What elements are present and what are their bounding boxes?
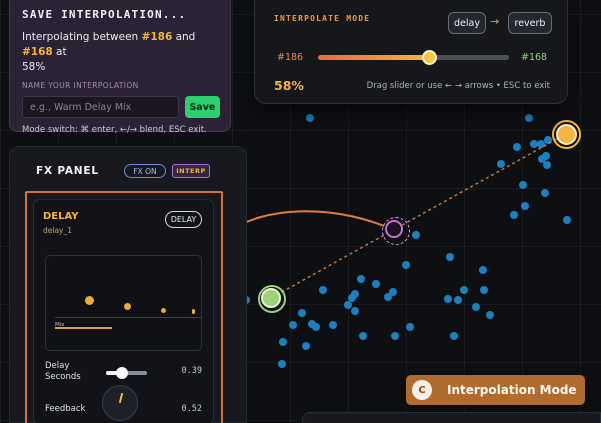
interpolation-path [270, 133, 567, 299]
sound-point[interactable] [446, 253, 454, 261]
sound-point[interactable] [372, 280, 380, 288]
sound-point[interactable] [460, 286, 468, 294]
echo-baseline [55, 317, 201, 318]
sound-point[interactable] [351, 307, 359, 315]
echo-dot [124, 303, 131, 310]
shortcut-badge: C [412, 380, 432, 400]
sound-point[interactable] [525, 114, 533, 122]
sound-point[interactable] [541, 189, 549, 197]
sound-point[interactable] [306, 114, 314, 122]
sound-point[interactable] [402, 261, 410, 269]
sound-point[interactable] [357, 275, 365, 283]
sound-point-group[interactable] [242, 114, 571, 368]
sound-point[interactable] [486, 311, 494, 319]
name-label: NAME YOUR INTERPOLATION [22, 81, 139, 90]
fx-panel: FX PANEL FX ON INTERP DELAY delay_1 DELA… [9, 146, 247, 423]
delay-visualizer: Mix [45, 255, 202, 351]
sound-point[interactable] [519, 181, 527, 189]
from-id-label: #186 [277, 52, 304, 63]
echo-dot [161, 308, 166, 313]
source-a-pill[interactable]: delay [448, 12, 486, 34]
sound-point[interactable] [351, 290, 359, 298]
sound-point[interactable] [450, 332, 458, 340]
feedback-knob[interactable] [102, 385, 138, 421]
sound-point[interactable] [530, 140, 538, 148]
feedback-value: 0.52 [181, 404, 202, 414]
sound-point[interactable] [454, 296, 462, 304]
delay-seconds-thumb[interactable] [115, 367, 128, 379]
blend-slider[interactable] [318, 50, 509, 65]
fx-panel-title: FX PANEL [36, 165, 99, 177]
sound-point[interactable] [510, 211, 518, 219]
blend-slider-thumb[interactable] [421, 50, 437, 65]
blend-percent: 58% [274, 78, 304, 93]
delay-title: DELAY [43, 211, 79, 222]
dialog-description: Interpolating between #186 and #168 at 58… [22, 31, 196, 73]
fx-on-toggle[interactable]: FX ON [124, 164, 166, 178]
save-interpolation-dialog: SAVE INTERPOLATION... Interpolating betw… [9, 0, 231, 135]
sound-point[interactable] [302, 342, 310, 350]
sound-point[interactable] [329, 321, 337, 329]
sound-point[interactable] [480, 286, 488, 294]
sound-point[interactable] [543, 161, 551, 169]
feedback-knob-pointer [118, 392, 124, 404]
reverb-marker[interactable] [552, 120, 581, 149]
sound-point[interactable] [563, 216, 571, 224]
slider-hint: Drag slider or use ← → arrows • ESC to e… [366, 81, 550, 91]
interpolation-name-input[interactable] [22, 96, 179, 118]
sound-point[interactable] [389, 288, 397, 296]
sound-point[interactable] [497, 160, 505, 168]
sound-point[interactable] [537, 140, 545, 148]
blend-slider-fill [318, 55, 429, 60]
delay-type-button[interactable]: DELAY [165, 211, 202, 228]
from-id: #186 [141, 31, 173, 43]
save-button[interactable]: Save [184, 96, 220, 118]
delay-seconds-value: 0.39 [181, 366, 202, 376]
blend-marker[interactable] [382, 217, 410, 245]
delay-card: DELAY delay_1 DELAY Mix Delay Seconds 0.… [33, 199, 214, 423]
interpolate-mode-panel: INTERPOLATE MODE delay → reverb #186 #16… [254, 0, 568, 104]
echo-dot [192, 309, 195, 314]
sound-point[interactable] [279, 338, 287, 346]
sound-point[interactable] [406, 323, 414, 331]
delay-seconds-label: Delay Seconds [45, 361, 81, 382]
delay-highlight-frame: DELAY delay_1 DELAY Mix Delay Seconds 0.… [25, 191, 223, 423]
mix-bar[interactable] [55, 327, 112, 329]
sound-point[interactable] [278, 360, 286, 368]
connector-arrow [227, 210, 385, 233]
delay-preset-id: delay_1 [43, 226, 73, 235]
sound-point[interactable] [289, 321, 297, 329]
bottom-panel [302, 412, 601, 423]
sound-point[interactable] [444, 295, 452, 303]
sound-point[interactable] [359, 332, 367, 340]
interpolation-mode-toast: C Interpolation Mode [406, 375, 585, 405]
dialog-title: SAVE INTERPOLATION... [22, 8, 187, 21]
sound-point[interactable] [412, 231, 420, 239]
sound-point[interactable] [521, 202, 529, 210]
sound-point[interactable] [391, 332, 399, 340]
mode-switch-hint: Mode switch: ⌘ enter, ←/→ blend, ESC exi… [22, 125, 207, 135]
echo-dot [85, 296, 94, 305]
sound-point[interactable] [298, 309, 306, 317]
sound-point[interactable] [513, 143, 521, 151]
sound-point[interactable] [312, 323, 320, 331]
to-id-label: #168 [521, 52, 548, 63]
interp-badge: INTERP [172, 164, 210, 178]
arrow-right-icon: → [490, 15, 500, 28]
source-b-pill[interactable]: reverb [508, 12, 552, 34]
panel-title: INTERPOLATE MODE [274, 14, 371, 23]
blend-percent-text: 58% [22, 61, 46, 73]
sound-point[interactable] [472, 303, 480, 311]
sound-point[interactable] [319, 286, 327, 294]
delay-seconds-slider[interactable] [106, 367, 147, 379]
toast-text: Interpolation Mode [447, 383, 577, 397]
feedback-label: Feedback [45, 404, 86, 414]
sound-point[interactable] [344, 301, 352, 309]
delay-marker[interactable] [258, 285, 286, 313]
to-id: #168 [22, 46, 53, 58]
sound-point[interactable] [479, 266, 487, 274]
